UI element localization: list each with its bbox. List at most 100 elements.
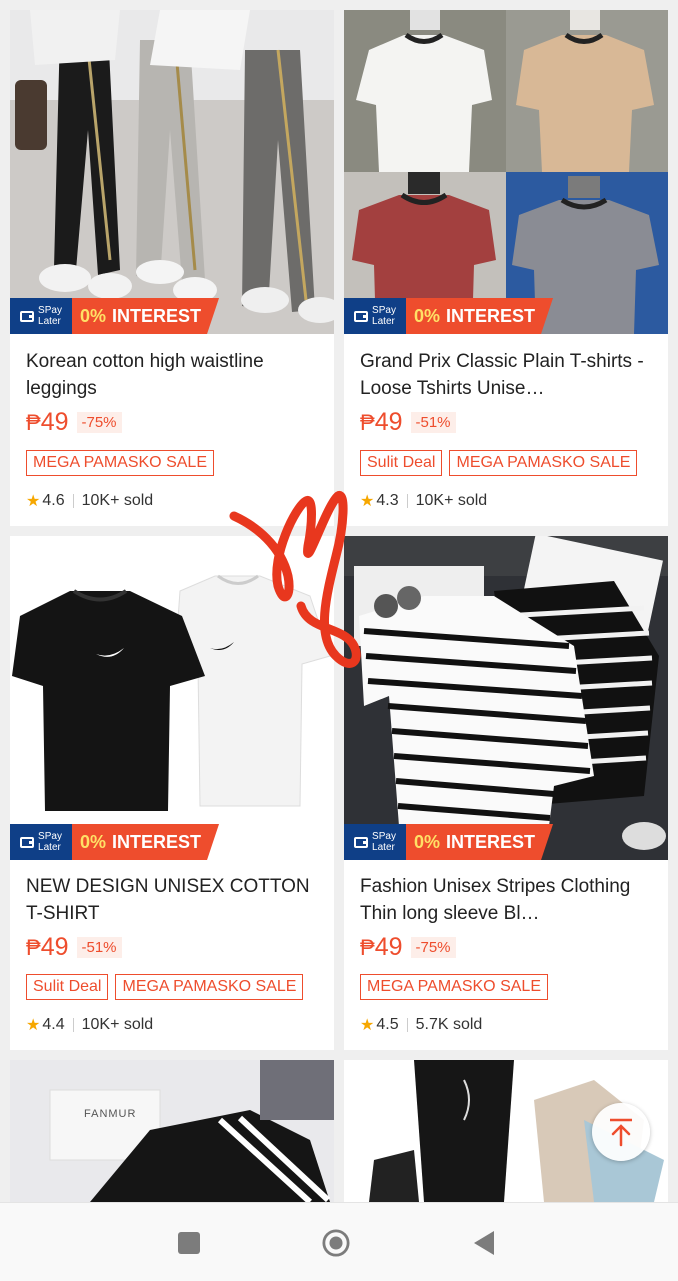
- promo-tag: MEGA PAMASKO SALE: [360, 974, 548, 1000]
- rating-value: 4.5: [376, 1016, 399, 1033]
- sold-count: 10K+ sold: [81, 1016, 154, 1033]
- currency-symbol: ₱: [360, 935, 375, 960]
- discount-badge: -51%: [410, 412, 456, 433]
- back-to-top-button[interactable]: [592, 1103, 650, 1161]
- promo-tag: Sulit Deal: [360, 450, 443, 476]
- price-row: ₱49 -75%: [360, 933, 456, 962]
- price-value: 49: [40, 933, 69, 961]
- system-nav-bar: [0, 1202, 678, 1281]
- promo-tags: Sulit Deal MEGA PAMASKO SALE: [360, 450, 638, 476]
- price-row: ₱49 -51%: [26, 933, 122, 962]
- promo-tags: MEGA PAMASKO SALE: [360, 974, 548, 1000]
- currency-symbol: ₱: [360, 410, 375, 435]
- star-icon: ★: [360, 493, 375, 510]
- product-card[interactable]: SPay Later 0% INTEREST Fashion Unisex Str…: [344, 536, 668, 1050]
- later-label: Later: [372, 842, 395, 853]
- rating-row: ★ 4.3 10K+ sold: [360, 491, 487, 511]
- rating-value: 4.3: [376, 492, 399, 509]
- rating-row: ★ 4.5 5.7K sold: [360, 1015, 482, 1035]
- product-price: ₱49: [360, 933, 403, 962]
- interest-badge: 0% INTEREST: [72, 298, 219, 334]
- price-row: ₱49 -51%: [360, 408, 456, 437]
- rating-row: ★ 4.4 10K+ sold: [26, 1015, 153, 1035]
- spaylater-logo: SPay Later: [344, 824, 406, 860]
- price-value: 49: [40, 408, 69, 436]
- interest-badge: 0% INTEREST: [406, 824, 553, 860]
- wallet-icon: [354, 836, 369, 848]
- interest-badge: 0% INTEREST: [72, 824, 219, 860]
- spaylater-badge: SPay Later 0% INTEREST: [10, 298, 219, 334]
- arrow-up-icon: [610, 1118, 632, 1147]
- interest-percent: 0%: [80, 831, 107, 852]
- promo-tag: MEGA PAMASKO SALE: [115, 974, 304, 1000]
- product-title[interactable]: Grand Prix Classic Plain T-shirts -Loose…: [360, 348, 654, 402]
- spaylater-badge: SPay Later 0% INTEREST: [344, 298, 553, 334]
- sold-count: 5.7K sold: [415, 1016, 483, 1033]
- brand-label: FANMUR: [84, 1108, 137, 1120]
- spaylater-logo: SPay Later: [10, 824, 72, 860]
- product-image[interactable]: [10, 1060, 334, 1202]
- interest-label: INTEREST: [446, 831, 536, 852]
- circle-icon: [322, 1229, 350, 1257]
- star-icon: ★: [360, 1017, 375, 1034]
- promo-tag: Sulit Deal: [26, 974, 109, 1000]
- square-icon: [178, 1232, 200, 1254]
- interest-percent: 0%: [80, 305, 107, 326]
- product-title[interactable]: NEW DESIGN UNISEX COTTON T-SHIRT: [26, 873, 320, 927]
- recents-button[interactable]: [175, 1229, 203, 1257]
- discount-badge: -75%: [76, 412, 122, 433]
- price-value: 49: [374, 933, 403, 961]
- product-price: ₱49: [26, 933, 69, 962]
- spay-label: SPay: [372, 831, 396, 842]
- later-label: Later: [372, 316, 395, 327]
- price-row: ₱49 -75%: [26, 408, 122, 437]
- wallet-icon: [20, 836, 35, 848]
- product-card[interactable]: FANMUR: [10, 1060, 334, 1202]
- product-image[interactable]: [344, 10, 668, 334]
- divider: [72, 1018, 74, 1032]
- rating-value: 4.4: [42, 1016, 65, 1033]
- promo-tags: MEGA PAMASKO SALE: [26, 450, 214, 476]
- divider: [72, 494, 74, 508]
- sold-count: 10K+ sold: [81, 492, 154, 509]
- wallet-icon: [354, 310, 369, 322]
- home-button[interactable]: [322, 1229, 350, 1257]
- interest-label: INTEREST: [446, 305, 536, 326]
- spaylater-logo: SPay Later: [344, 298, 406, 334]
- star-icon: ★: [26, 493, 41, 510]
- product-card[interactable]: SPay Later 0% INTEREST Korean cotton high…: [10, 10, 334, 526]
- sold-count: 10K+ sold: [415, 492, 488, 509]
- star-icon: ★: [26, 1017, 41, 1034]
- spay-label: SPay: [38, 831, 62, 842]
- product-image[interactable]: [10, 10, 334, 334]
- spay-label: SPay: [38, 305, 62, 316]
- product-title[interactable]: Fashion Unisex Stripes Clothing Thin lon…: [360, 873, 654, 927]
- product-title[interactable]: Korean cotton high waistline leggings: [26, 348, 320, 402]
- currency-symbol: ₱: [26, 410, 41, 435]
- spaylater-badge: SPay Later 0% INTEREST: [344, 824, 553, 860]
- product-image[interactable]: [10, 536, 334, 860]
- interest-label: INTEREST: [112, 305, 202, 326]
- product-card[interactable]: SPay Later 0% INTEREST NEW DESIGN UNISEX …: [10, 536, 334, 1050]
- currency-symbol: ₱: [26, 935, 41, 960]
- promo-tag: MEGA PAMASKO SALE: [26, 450, 214, 476]
- spaylater-badge: SPay Later 0% INTEREST: [10, 824, 219, 860]
- product-price: ₱49: [360, 408, 403, 437]
- price-value: 49: [374, 408, 403, 436]
- product-image[interactable]: [344, 536, 668, 860]
- triangle-back-icon: [474, 1231, 494, 1255]
- interest-percent: 0%: [414, 831, 441, 852]
- discount-badge: -51%: [76, 937, 122, 958]
- divider: [406, 494, 408, 508]
- back-button[interactable]: [470, 1229, 498, 1257]
- rating-row: ★ 4.6 10K+ sold: [26, 491, 153, 511]
- product-card[interactable]: SPay Later 0% INTEREST Grand Prix Classic…: [344, 10, 668, 526]
- promo-tags: Sulit Deal MEGA PAMASKO SALE: [26, 974, 304, 1000]
- promo-tag: MEGA PAMASKO SALE: [449, 450, 638, 476]
- rating-value: 4.6: [42, 492, 65, 509]
- product-price: ₱49: [26, 408, 69, 437]
- spay-label: SPay: [372, 305, 396, 316]
- interest-label: INTEREST: [112, 831, 202, 852]
- interest-badge: 0% INTEREST: [406, 298, 553, 334]
- interest-percent: 0%: [414, 305, 441, 326]
